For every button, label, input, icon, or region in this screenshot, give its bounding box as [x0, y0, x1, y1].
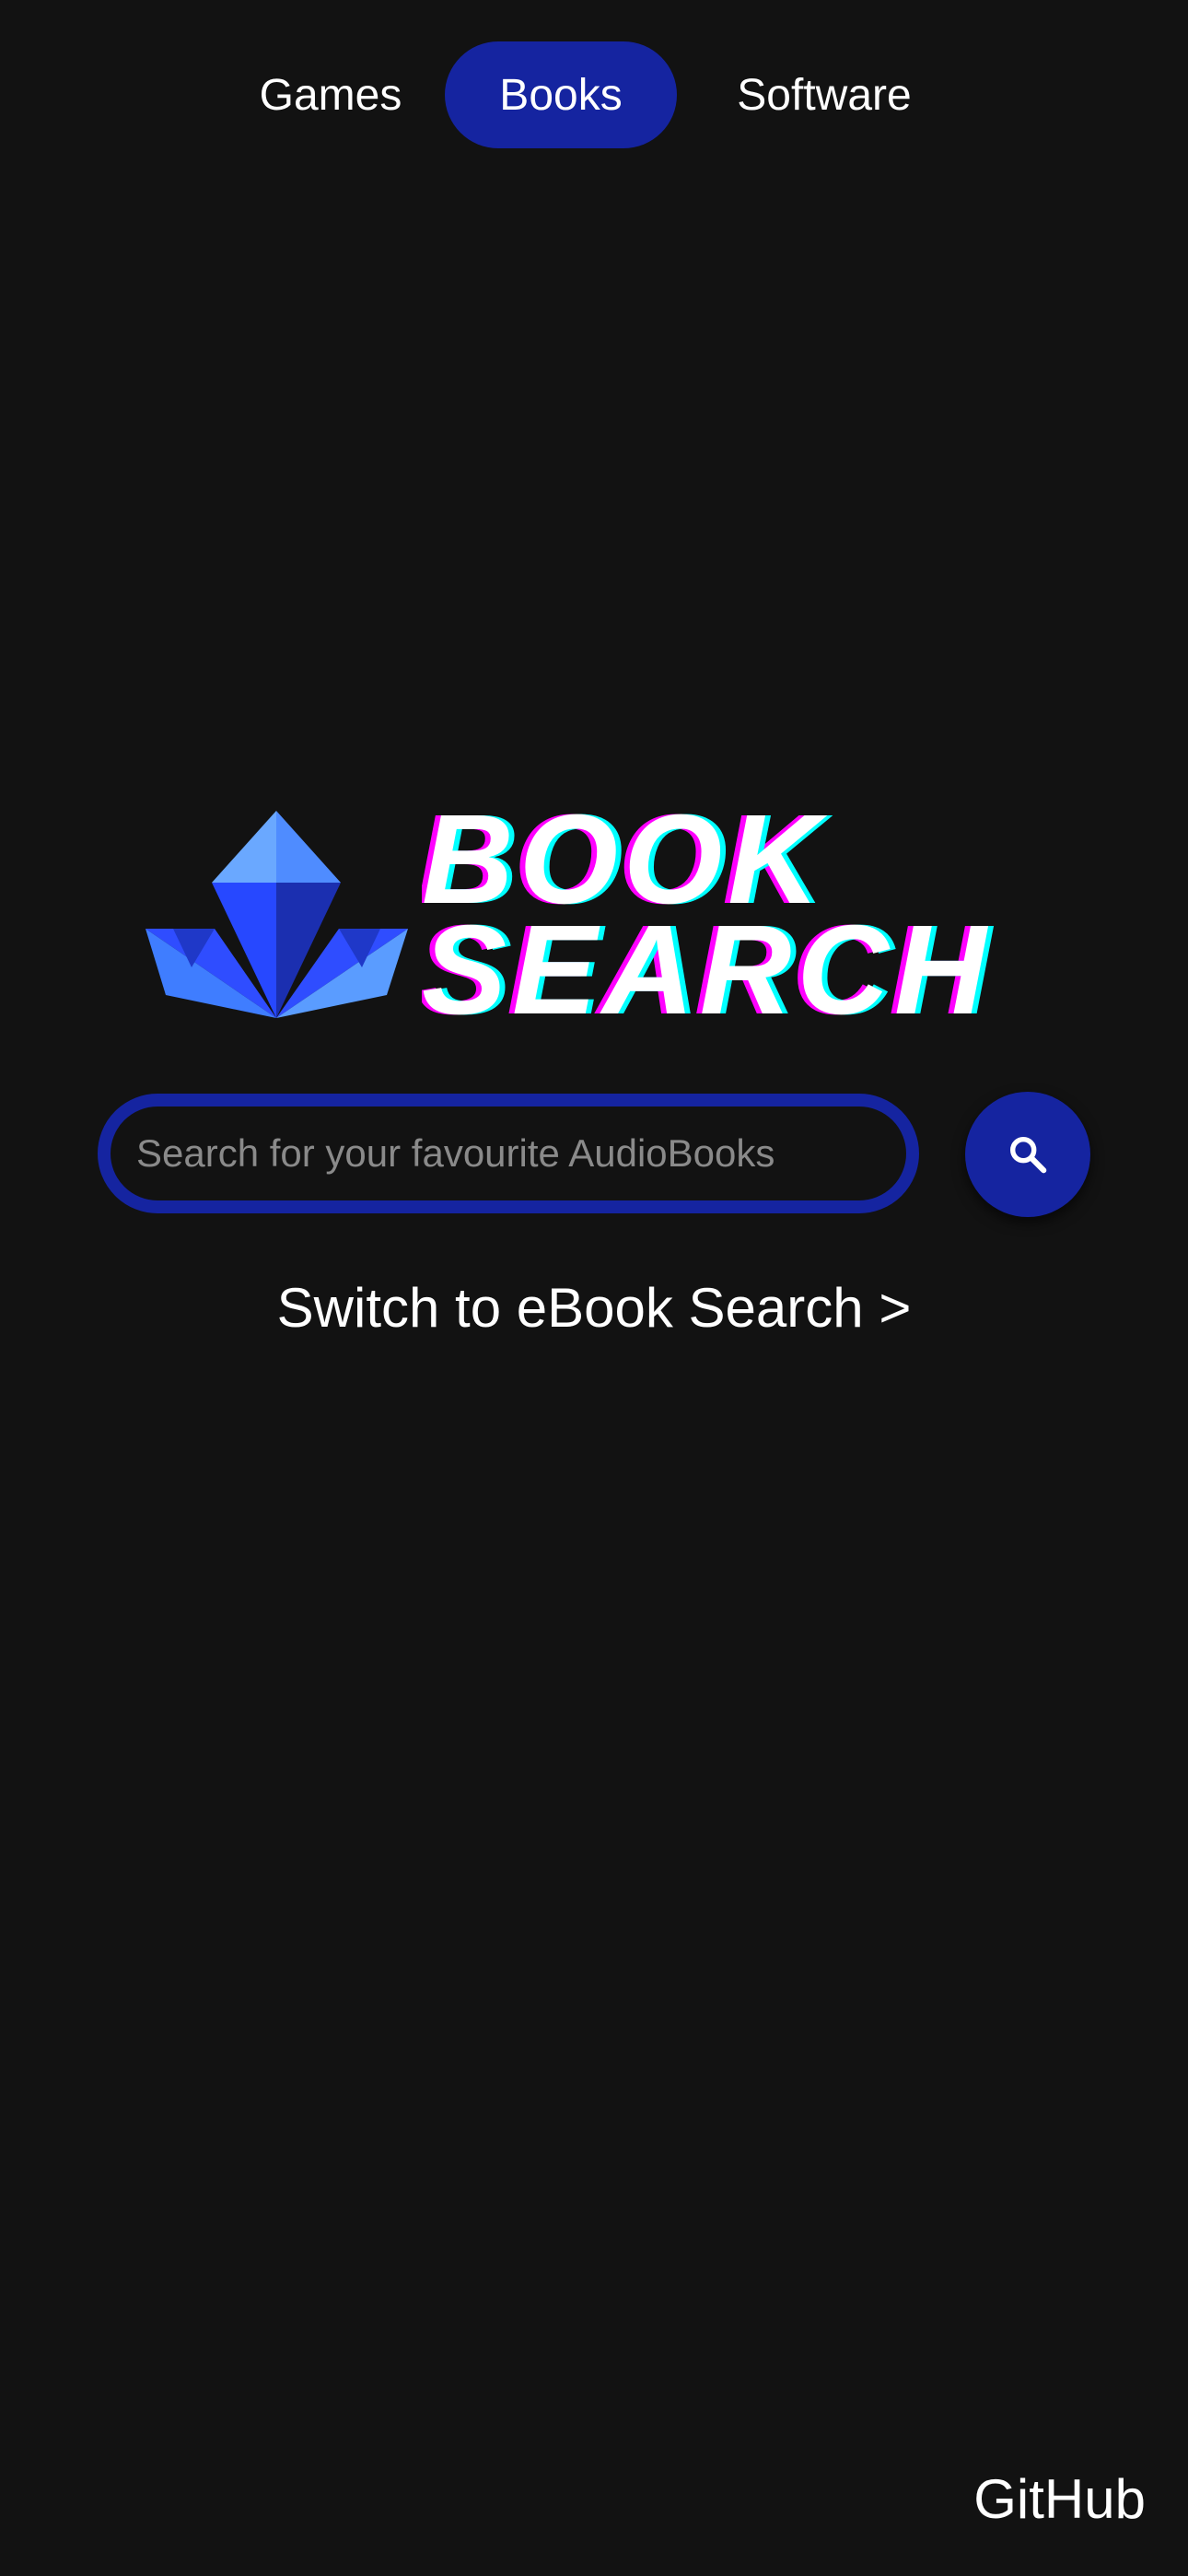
search-box: [98, 1094, 919, 1213]
book-search-logo: BOOK BOOK BOOK SEARCH SEARCH SEARCH: [146, 792, 1048, 1032]
github-link[interactable]: GitHub: [973, 2467, 1146, 2531]
page: Games Books Software BOOK BOOK BOOK SEAR…: [0, 0, 1188, 2576]
logo-word-search: SEARCH: [422, 899, 992, 1032]
tab-games[interactable]: Games: [220, 41, 441, 148]
switch-to-ebook-link[interactable]: Switch to eBook Search >: [0, 1276, 1188, 1340]
search-input[interactable]: [136, 1107, 891, 1200]
top-nav: Games Books Software: [0, 41, 1188, 148]
tab-books[interactable]: Books: [445, 41, 677, 148]
crystal-logo-icon: [146, 811, 408, 1018]
tab-software[interactable]: Software: [681, 41, 968, 148]
book-search-wordmark: BOOK BOOK BOOK SEARCH SEARCH SEARCH: [422, 792, 992, 1032]
search-icon: [1010, 1137, 1047, 1174]
search-button[interactable]: [965, 1092, 1090, 1217]
